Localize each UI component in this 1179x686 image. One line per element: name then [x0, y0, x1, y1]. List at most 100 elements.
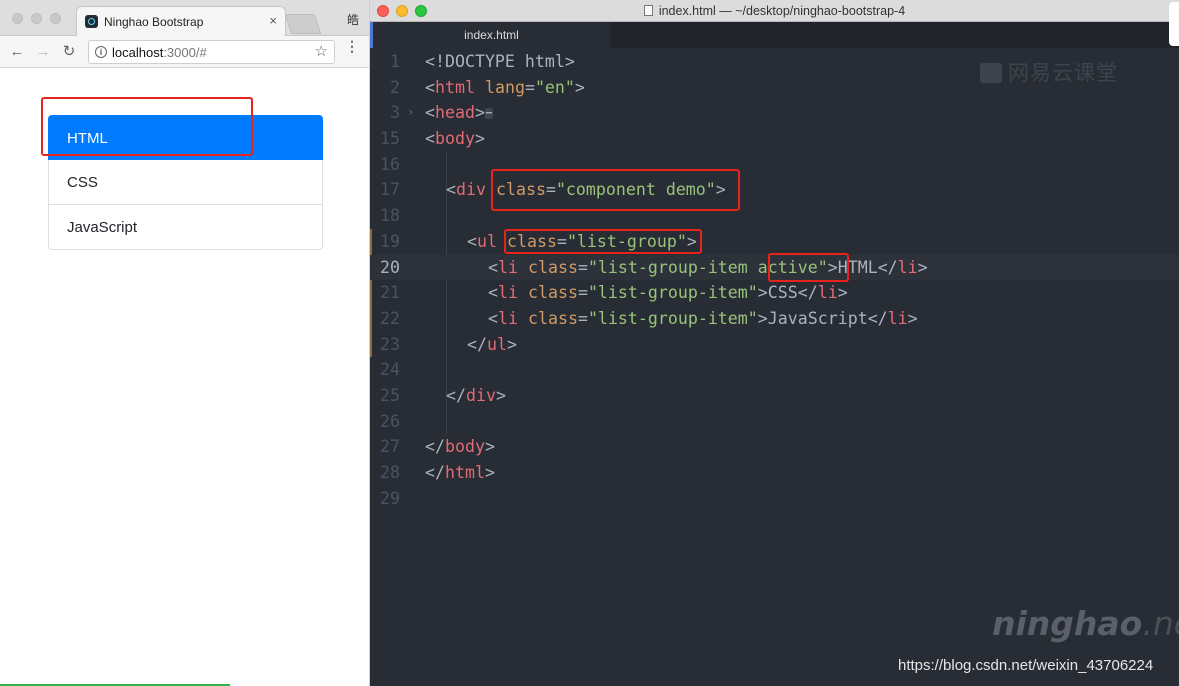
- line-number[interactable]: 20: [370, 255, 400, 281]
- browser-tab[interactable]: Ninghao Bootstrap ×: [76, 6, 286, 36]
- code-punctuation: >: [757, 308, 768, 328]
- code-line[interactable]: 24: [370, 357, 1179, 383]
- code-punctuation: <: [425, 129, 435, 149]
- line-number[interactable]: 28: [370, 460, 400, 486]
- document-icon: [643, 5, 653, 16]
- code-text: <ul class="list-group">: [467, 229, 697, 255]
- code-string: active": [757, 257, 828, 277]
- netease-watermark: 网易云课堂: [980, 57, 1118, 87]
- close-window-button[interactable]: [12, 13, 23, 24]
- line-number[interactable]: 18: [370, 203, 400, 229]
- back-arrow-icon[interactable]: ←: [7, 42, 27, 62]
- code-tag-name: body: [444, 437, 485, 457]
- code-punctuation: <: [467, 231, 477, 251]
- code-text: <html lang="en">: [425, 75, 585, 101]
- code-line[interactable]: 15 <body>: [370, 126, 1179, 152]
- code-punctuation: >: [757, 283, 768, 303]
- list-group-item[interactable]: HTML: [48, 115, 323, 160]
- editor-tab-index-html[interactable]: index.html: [370, 22, 610, 48]
- line-number[interactable]: 26: [370, 409, 400, 435]
- screenshot: Ninghao Bootstrap × 皓 ← → ↻ i localhost:…: [0, 0, 1179, 686]
- code-string: "list-group-item": [587, 283, 758, 303]
- code-punctuation: >: [686, 231, 697, 251]
- line-number[interactable]: 15: [370, 126, 400, 152]
- code-punctuation: <: [488, 283, 498, 303]
- line-number[interactable]: 2: [370, 75, 400, 101]
- line-number[interactable]: 24: [370, 357, 400, 383]
- react-favicon-icon: [85, 15, 98, 28]
- tab-close-icon[interactable]: ×: [269, 13, 277, 28]
- code-punctuation: =: [577, 257, 588, 277]
- code-line[interactable]: 22 <li class="list-group-item">JavaScript…: [370, 306, 1179, 332]
- code-text-node: JavaScript: [767, 308, 868, 328]
- code-line[interactable]: 16: [370, 152, 1179, 178]
- minimize-window-button[interactable]: [31, 13, 42, 24]
- code-line[interactable]: 20 <li class="list-group-item active">HTM…: [370, 254, 1179, 281]
- code-punctuation: [497, 232, 507, 251]
- code-line[interactable]: 23 </ul>: [370, 332, 1179, 358]
- line-number[interactable]: 19: [370, 229, 400, 255]
- url-text: localhost:3000/#: [112, 45, 207, 60]
- forward-arrow-icon[interactable]: →: [33, 42, 53, 62]
- bookmark-star-icon[interactable]: ☆: [315, 42, 328, 60]
- zoom-window-button[interactable]: [50, 13, 61, 24]
- code-punctuation: </: [867, 308, 888, 328]
- code-line[interactable]: 21 <li class="list-group-item">CSS</li>: [370, 280, 1179, 306]
- fold-toggle-icon[interactable]: ›: [407, 100, 414, 126]
- code-line[interactable]: 29: [370, 486, 1179, 512]
- ninghao-brand-text: ninghao: [992, 604, 1143, 643]
- code-punctuation: >: [474, 103, 485, 123]
- line-number[interactable]: 22: [370, 306, 400, 332]
- netease-brand-text: 网易云课堂: [1008, 61, 1118, 85]
- code-tag-name: ul: [486, 334, 507, 354]
- site-info-icon[interactable]: i: [95, 46, 107, 58]
- ninghao-watermark: ninghao.net: [992, 604, 1179, 643]
- code-punctuation: =: [577, 283, 588, 303]
- line-number[interactable]: 27: [370, 434, 400, 460]
- browser-window: Ninghao Bootstrap × 皓 ← → ↻ i localhost:…: [0, 0, 370, 686]
- code-punctuation: >: [837, 283, 848, 303]
- code-line[interactable]: 27 </body>: [370, 434, 1179, 460]
- reload-icon[interactable]: ↻: [59, 42, 79, 62]
- code-tag-name: li: [498, 257, 518, 277]
- code-line[interactable]: 25 </div>: [370, 383, 1179, 409]
- list-group-item[interactable]: CSS: [48, 160, 323, 205]
- code-punctuation: </: [446, 385, 466, 405]
- profile-button[interactable]: 皓: [347, 11, 359, 28]
- code-tag-name: html: [444, 463, 485, 482]
- code-line[interactable]: 3 › <head>⋯: [370, 100, 1179, 126]
- browser-menu-icon[interactable]: ⋮: [345, 39, 359, 53]
- new-tab-button[interactable]: [284, 14, 322, 34]
- line-number[interactable]: 21: [370, 280, 400, 306]
- line-number[interactable]: 29: [370, 486, 400, 512]
- code-attribute: class: [527, 257, 578, 277]
- code-punctuation: <: [425, 103, 435, 123]
- code-punctuation: </: [425, 437, 445, 457]
- folded-code-ellipsis[interactable]: ⋯: [484, 108, 493, 120]
- code-line[interactable]: 18: [370, 203, 1179, 229]
- address-bar[interactable]: i localhost:3000/# ☆: [88, 40, 335, 64]
- editor-tab-label: index.html: [464, 28, 519, 42]
- line-number[interactable]: 3: [370, 100, 400, 126]
- code-line[interactable]: 26: [370, 409, 1179, 435]
- code-punctuation: <: [488, 308, 498, 328]
- code-line[interactable]: 19 <ul class="list-group">: [370, 229, 1179, 255]
- line-number[interactable]: 16: [370, 152, 400, 178]
- code-area[interactable]: 1 <!DOCTYPE html> 2 <html lang="en"> 3 › <head…: [370, 49, 1179, 511]
- code-attribute: class: [506, 231, 557, 251]
- code-punctuation: </: [467, 334, 487, 354]
- code-line[interactable]: 17 <div class="component demo">: [370, 177, 1179, 203]
- code-punctuation: [518, 258, 528, 277]
- code-text: <head>⋯: [425, 100, 493, 127]
- list-group-item[interactable]: JavaScript: [48, 205, 323, 250]
- line-number[interactable]: 1: [370, 49, 400, 75]
- code-text: </html>: [425, 460, 495, 486]
- code-text-node: <!DOCTYPE html>: [425, 52, 575, 71]
- url-path: :3000/#: [163, 45, 207, 60]
- line-number[interactable]: 17: [370, 177, 400, 203]
- line-number[interactable]: 25: [370, 383, 400, 409]
- line-number[interactable]: 23: [370, 332, 400, 358]
- code-tag-name: div: [456, 180, 486, 200]
- code-line[interactable]: 28 </html>: [370, 460, 1179, 486]
- code-text: </body>: [425, 434, 495, 460]
